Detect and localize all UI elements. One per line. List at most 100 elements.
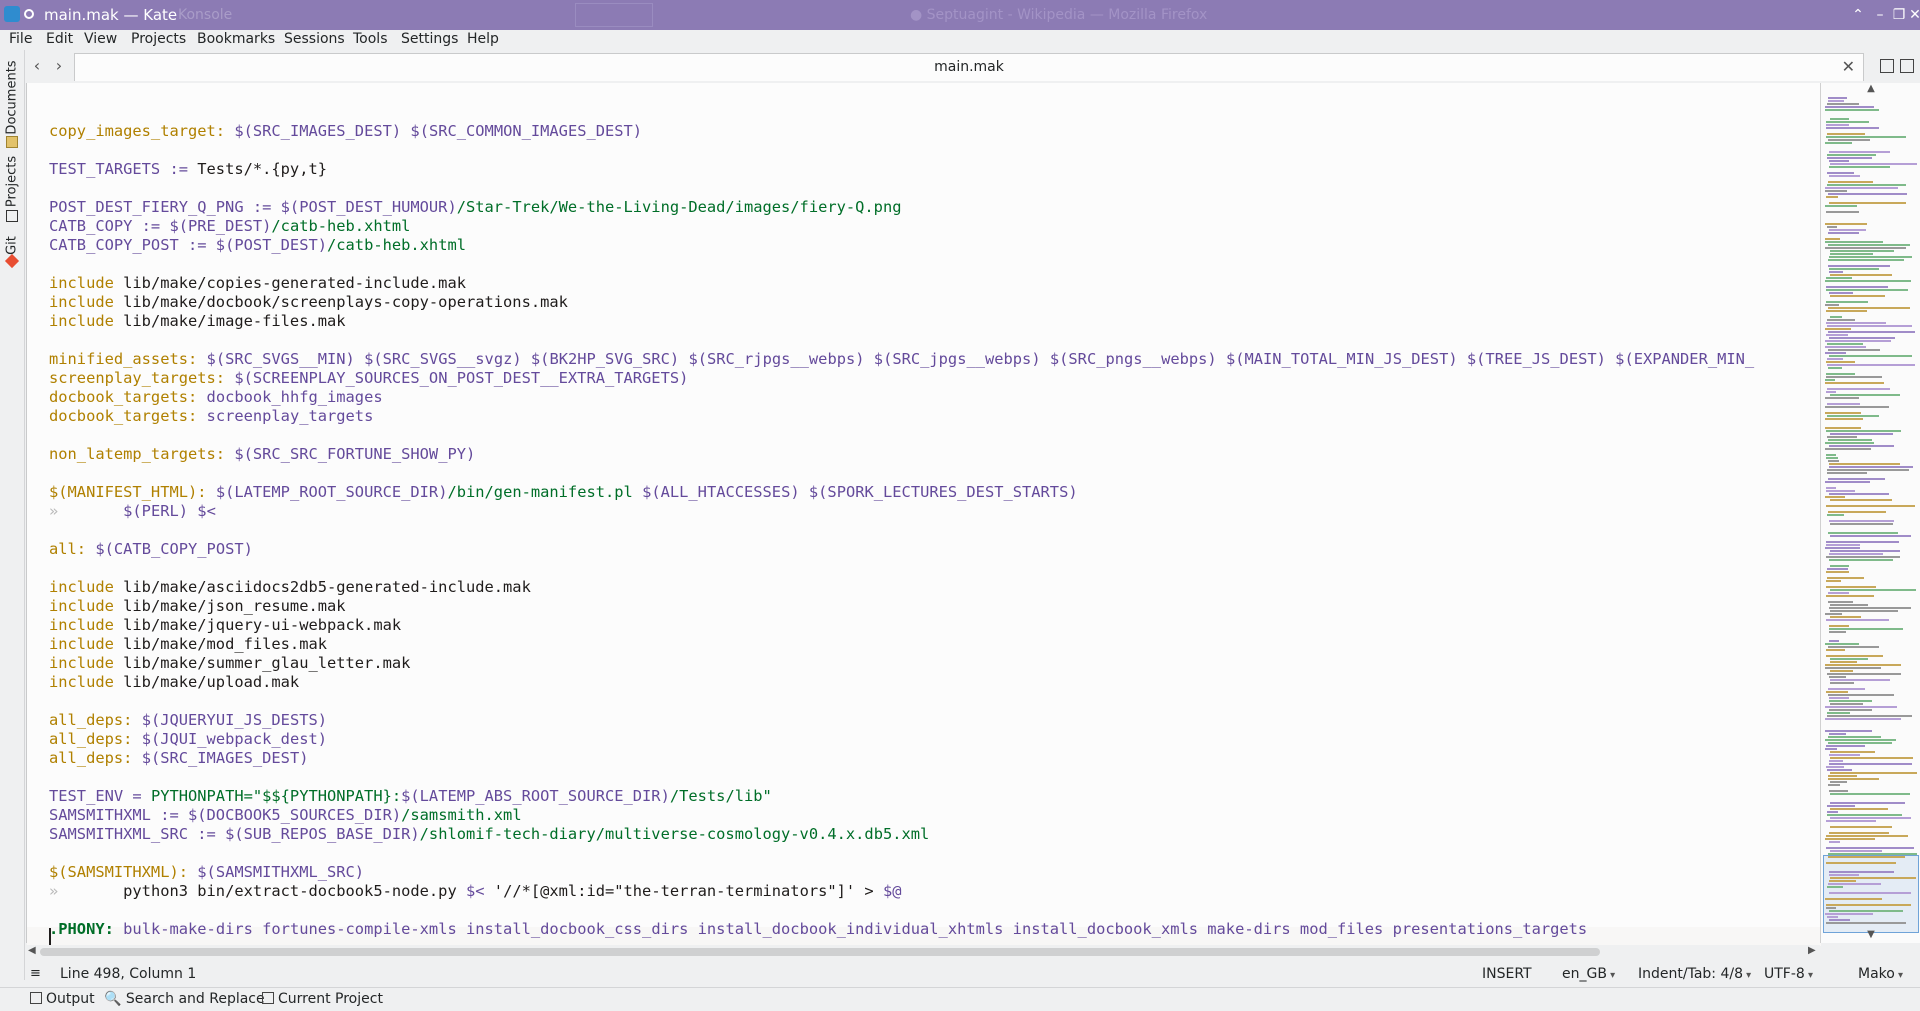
code-line[interactable]: all: $(CATB_COPY_POST) (49, 540, 1754, 559)
code-line[interactable]: CATB_COPY := $(PRE_DEST)/catb-heb.xhtml (49, 217, 1754, 236)
keep-above-icon[interactable]: ⌃ (1848, 5, 1868, 25)
code-line[interactable]: TEST_ENV = PYTHONPATH="$${PYTHONPATH}:$(… (49, 787, 1754, 806)
minimap-line (1828, 259, 1904, 261)
scroll-left-icon[interactable]: ◀ (28, 945, 36, 956)
code-line[interactable]: all_deps: $(SRC_IMAGES_DEST) (49, 749, 1754, 768)
code-line[interactable]: non_latemp_targets: $(SRC_SRC_FORTUNE_SH… (49, 445, 1754, 464)
menu-projects[interactable]: Projects (131, 31, 186, 47)
encoding-select[interactable]: UTF-8 (1764, 966, 1813, 982)
minimap-line (1825, 346, 1866, 348)
menu-sessions[interactable]: Sessions (284, 31, 345, 47)
split-view-icon[interactable] (1900, 59, 1914, 73)
indent-settings[interactable]: Indent/Tab: 4/8 (1638, 966, 1751, 982)
horizontal-scrollbar[interactable]: ◀ ▶ (26, 945, 1820, 959)
menu-edit[interactable]: Edit (46, 31, 73, 47)
input-mode[interactable]: INSERT (1482, 966, 1532, 982)
minimap-line (1830, 808, 1888, 810)
code-line[interactable]: minified_assets: $(SRC_SVGS__MIN) $(SRC_… (49, 350, 1754, 369)
code-token: $(POST_DEST) (215, 236, 327, 254)
code-line[interactable] (49, 103, 1754, 122)
menu-view[interactable]: View (84, 31, 117, 47)
code-line[interactable]: SAMSMITHXML := $(DOCBOOK5_SOURCES_DIR)/s… (49, 806, 1754, 825)
code-line[interactable]: SAMSMITHXML_SRC := $(SUB_REPOS_BASE_DIR)… (49, 825, 1754, 844)
output-button[interactable]: Output (30, 991, 95, 1007)
scroll-right-icon[interactable]: ▶ (1808, 945, 1816, 956)
pin-icon[interactable] (24, 9, 34, 19)
current-project-button[interactable]: Current Project (262, 991, 383, 1007)
code-area[interactable]: copy_images_target: $(SRC_IMAGES_DEST) $… (49, 103, 1754, 958)
code-line[interactable]: include lib/make/copies-generated-includ… (49, 274, 1754, 293)
code-line[interactable]: all_deps: $(JQUI_webpack_dest) (49, 730, 1754, 749)
editor-menu-icon[interactable]: ≡ (30, 966, 41, 981)
minimap-line (1828, 532, 1898, 534)
code-line[interactable]: all_deps: $(JQUERYUI_JS_DESTS) (49, 711, 1754, 730)
code-line[interactable]: $(MANIFEST_HTML): $(LATEMP_ROOT_SOURCE_D… (49, 483, 1754, 502)
code-line[interactable] (49, 692, 1754, 711)
syntax-mode-select[interactable]: Mako (1858, 966, 1903, 982)
minimap-line (1827, 814, 1902, 816)
forward-icon[interactable]: › (48, 55, 70, 77)
code-line[interactable]: include lib/make/summer_glau_letter.mak (49, 654, 1754, 673)
code-line[interactable]: include lib/make/upload.mak (49, 673, 1754, 692)
close-tab-icon[interactable]: ✕ (1842, 57, 1855, 76)
menu-file[interactable]: File (9, 31, 32, 47)
code-line[interactable] (49, 768, 1754, 787)
cursor-position[interactable]: Line 498, Column 1 (60, 966, 196, 982)
code-line[interactable] (49, 559, 1754, 578)
code-line[interactable]: include lib/make/asciidocs2db5-generated… (49, 578, 1754, 597)
dictionary-select[interactable]: en_GB (1562, 966, 1615, 982)
code-line[interactable]: POST_DEST_FIERY_Q_PNG := $(POST_DEST_HUM… (49, 198, 1754, 217)
code-line[interactable]: .PHONY: bulk-make-dirs fortunes-compile-… (49, 920, 1754, 939)
tab-main-mak[interactable]: main.mak ✕ (74, 53, 1864, 81)
code-line[interactable]: » python3 bin/extract-docbook5-node.py $… (49, 882, 1754, 901)
search-replace-button[interactable]: 🔍 Search and Replace (104, 991, 265, 1007)
minimap-line (1826, 322, 1886, 324)
code-line[interactable]: docbook_targets: screenplay_targets (49, 407, 1754, 426)
code-line[interactable] (49, 464, 1754, 483)
code-line[interactable]: include lib/make/docbook/screenplays-cop… (49, 293, 1754, 312)
code-line[interactable]: include lib/make/mod_files.mak (49, 635, 1754, 654)
code-line[interactable] (49, 521, 1754, 540)
code-line[interactable] (49, 141, 1754, 160)
minimap-scrollbar[interactable]: ▲ ▼ (1820, 83, 1920, 943)
sidebar-tab-projects[interactable]: Projects (2, 152, 22, 210)
code-line[interactable]: TEST_TARGETS := Tests/*.{py,t} (49, 160, 1754, 179)
code-line[interactable] (49, 844, 1754, 863)
minimap-line (1830, 499, 1892, 501)
code-line[interactable] (49, 179, 1754, 198)
code-line[interactable] (49, 331, 1754, 350)
menu-settings[interactable]: Settings (401, 31, 458, 47)
minimap-line (1825, 706, 1897, 708)
code-line[interactable]: screenplay_targets: $(SCREENPLAY_SOURCES… (49, 369, 1754, 388)
back-icon[interactable]: ‹ (26, 55, 48, 77)
menu-tools[interactable]: Tools (353, 31, 388, 47)
scroll-down-icon[interactable]: ▼ (1821, 929, 1920, 940)
code-token: /samsmith.xml (401, 806, 522, 824)
code-line[interactable]: docbook_targets: docbook_hhfg_images (49, 388, 1754, 407)
minimap-line (1830, 703, 1863, 705)
menu-help[interactable]: Help (467, 31, 499, 47)
minimap-line (1825, 352, 1846, 354)
code-line[interactable]: » $(PERL) $< (49, 502, 1754, 521)
menu-bookmarks[interactable]: Bookmarks (197, 31, 275, 47)
code-line[interactable]: include lib/make/json_resume.mak (49, 597, 1754, 616)
minimap-line (1829, 520, 1894, 522)
editor-view[interactable]: copy_images_target: $(SRC_IMAGES_DEST) $… (26, 83, 1821, 946)
close-window-icon[interactable]: ✕ (1905, 5, 1920, 25)
code-line[interactable]: include lib/make/jquery-ui-webpack.mak (49, 616, 1754, 635)
scroll-up-icon[interactable]: ▲ (1821, 83, 1920, 94)
code-line[interactable]: $(SAMSMITHXML): $(SAMSMITHXML_SRC) (49, 863, 1754, 882)
sidebar-tab-documents[interactable]: Documents (2, 58, 22, 138)
code-line[interactable]: CATB_COPY_POST := $(POST_DEST)/catb-heb.… (49, 236, 1754, 255)
new-tab-icon[interactable] (1880, 59, 1894, 73)
minimize-icon[interactable]: – (1870, 5, 1890, 25)
code-line[interactable]: include lib/make/image-files.mak (49, 312, 1754, 331)
code-line[interactable]: copy_images_target: $(SRC_IMAGES_DEST) $… (49, 122, 1754, 141)
window-titlebar[interactable]: main.mak — Kate Konsole ● Septuagint - W… (0, 0, 1920, 30)
code-token: non_latemp_targets: (49, 445, 226, 463)
kate-app-icon[interactable] (4, 6, 20, 22)
code-line[interactable] (49, 255, 1754, 274)
horizontal-scroll-thumb[interactable] (40, 948, 1600, 956)
code-line[interactable] (49, 901, 1754, 920)
code-line[interactable] (49, 426, 1754, 445)
